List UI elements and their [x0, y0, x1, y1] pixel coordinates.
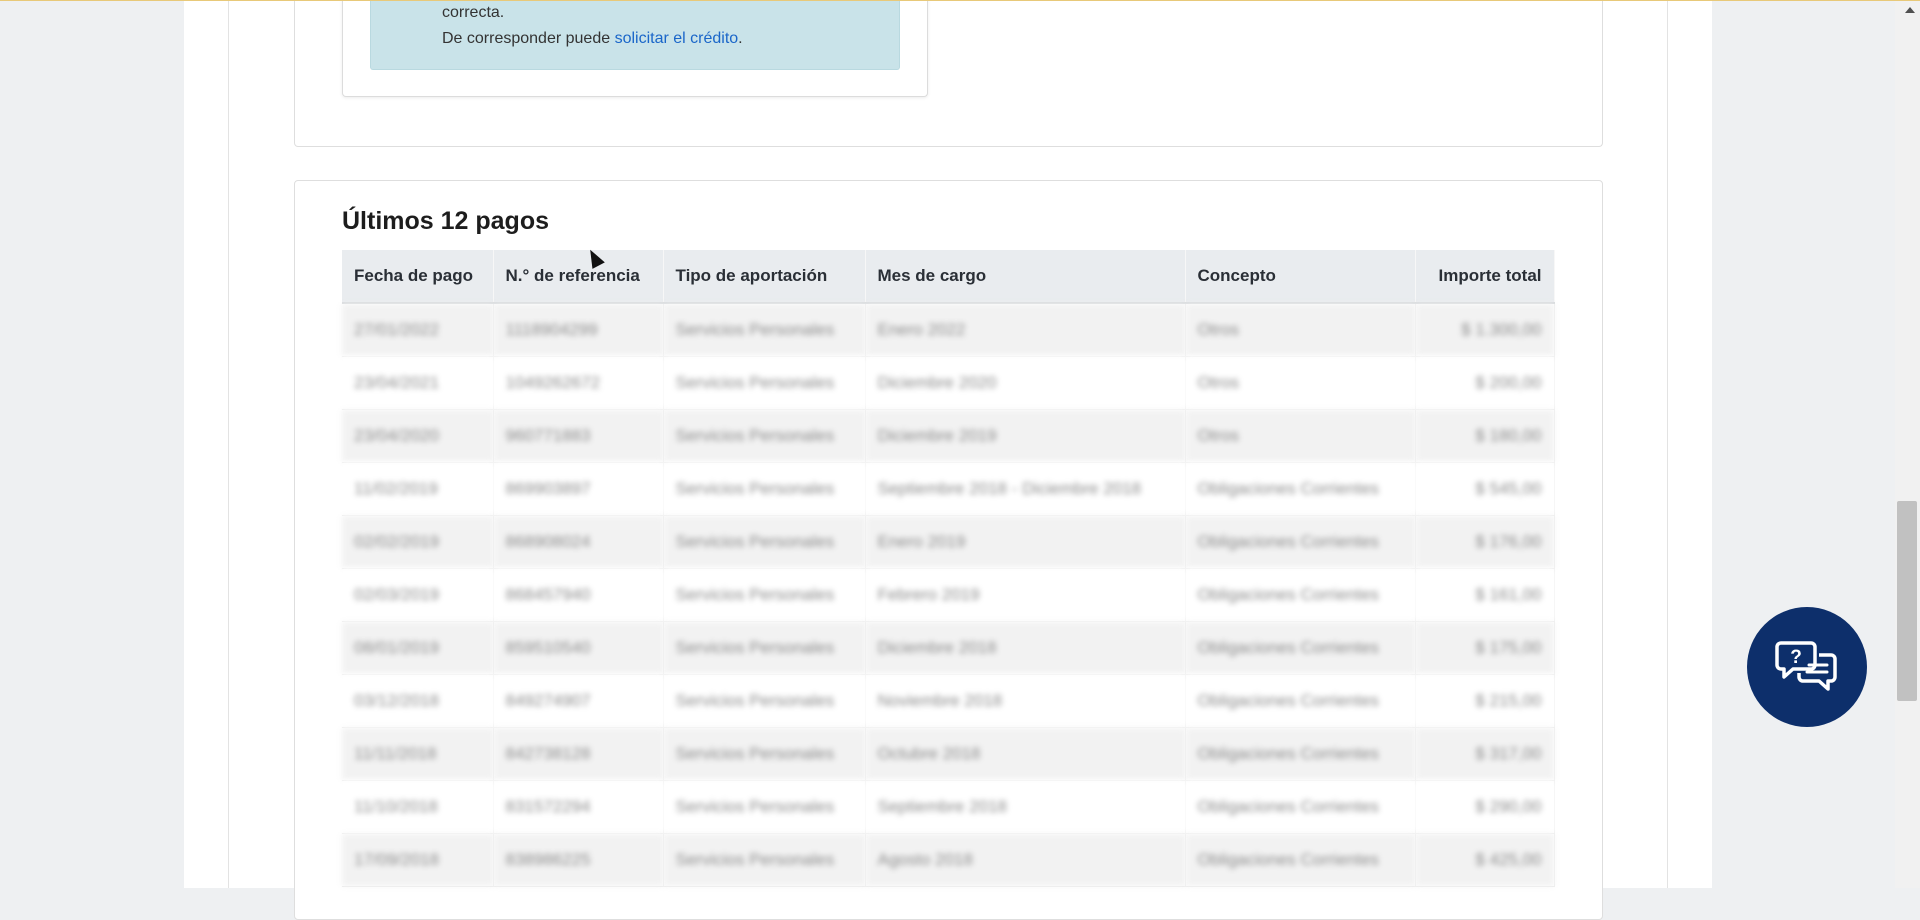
charge-month-cell: Diciembre 2018	[865, 621, 1186, 675]
payment-date-cell: 27/01/2022	[342, 303, 494, 357]
concept-cell: Otros	[1185, 409, 1416, 463]
table-row: 27/01/2022 1118904299 Servicios Personales…	[342, 303, 1555, 357]
contribution-type-cell: Servicios Personales	[663, 303, 866, 357]
total-amount-cell: $ 545,00	[1415, 462, 1555, 516]
payment-date-cell: 02/03/2019	[342, 568, 494, 622]
scrollbar[interactable]	[1895, 0, 1920, 888]
table-row: 11/10/2018 831572294 Servicios Personales S…	[342, 780, 1555, 834]
charge-month-cell: Noviembre 2018	[865, 674, 1186, 728]
contribution-type-cell: Servicios Personales	[663, 568, 866, 622]
payment-date-cell: 23/04/2021	[342, 356, 494, 410]
scrollbar-thumb[interactable]	[1897, 501, 1917, 701]
column-header-reference: N.° de referencia	[493, 250, 664, 304]
alert-text-suffix: .	[738, 30, 743, 47]
alert-text-prefix: De corresponder puede	[442, 30, 615, 47]
payment-date-cell: 23/04/2020	[342, 409, 494, 463]
charge-month-cell: Enero 2022	[865, 303, 1186, 357]
concept-cell: Obligaciones Corrientes	[1185, 462, 1416, 516]
payment-date-cell: 11/02/2019	[342, 462, 494, 516]
concept-cell: Obligaciones Corrientes	[1185, 727, 1416, 781]
column-header-payment-date: Fecha de pago	[342, 250, 494, 304]
contribution-type-cell: Servicios Personales	[663, 515, 866, 569]
reference-cell: 960771883	[493, 409, 664, 463]
contribution-type-cell: Servicios Personales	[663, 462, 866, 516]
column-header-concept: Concepto	[1185, 250, 1416, 304]
payments-title: Últimos 12 pagos	[342, 207, 549, 235]
reference-cell: 831572294	[493, 780, 664, 834]
total-amount-cell: $ 180,00	[1415, 409, 1555, 463]
reference-cell: 838986225	[493, 833, 664, 887]
table-row: 08/01/2019 859510540 Servicios Personales D…	[342, 621, 1555, 675]
total-amount-cell: $ 215,00	[1415, 674, 1555, 728]
contribution-type-cell: Servicios Personales	[663, 727, 866, 781]
charge-month-cell: Agosto 2018	[865, 833, 1186, 887]
window-top-border	[0, 0, 1920, 1]
reference-cell: 842738128	[493, 727, 664, 781]
reference-cell: 869903897	[493, 462, 664, 516]
reference-cell: 868457940	[493, 568, 664, 622]
total-amount-cell: $ 200,00	[1415, 356, 1555, 410]
total-amount-cell: $ 175,00	[1415, 621, 1555, 675]
charge-month-cell: Octubre 2018	[865, 727, 1186, 781]
payment-date-cell: 11/11/2018	[342, 727, 494, 781]
concept-cell: Obligaciones Corrientes	[1185, 674, 1416, 728]
charge-month-cell: Diciembre 2020	[865, 356, 1186, 410]
table-row: 23/04/2020 960771883 Servicios Personales D…	[342, 409, 1555, 463]
table-row: 02/03/2019 868457940 Servicios Personales F…	[342, 568, 1555, 622]
concept-cell: Obligaciones Corrientes	[1185, 833, 1416, 887]
concept-cell: Obligaciones Corrientes	[1185, 568, 1416, 622]
contribution-type-cell: Servicios Personales	[663, 674, 866, 728]
total-amount-cell: $ 290,00	[1415, 780, 1555, 834]
charge-month-cell: Septiembre 2018 - Diciembre 2018	[865, 462, 1186, 516]
table-row: 23/04/2021 1049262672 Servicios Personales…	[342, 356, 1555, 410]
total-amount-cell: $ 176,00	[1415, 515, 1555, 569]
charge-month-cell: Septiembre 2018	[865, 780, 1186, 834]
payments-table-body: 27/01/2022 1118904299 Servicios Personales…	[342, 303, 1555, 887]
column-header-charge-month: Mes de cargo	[865, 250, 1186, 304]
reference-cell: 1049262672	[493, 356, 664, 410]
total-amount-cell: $ 425,00	[1415, 833, 1555, 887]
contribution-type-cell: Servicios Personales	[663, 621, 866, 675]
contribution-type-cell: Servicios Personales	[663, 356, 866, 410]
column-header-contribution-type: Tipo de aportación	[663, 250, 866, 304]
payment-date-cell: 17/09/2018	[342, 833, 494, 887]
charge-month-cell: Diciembre 2019	[865, 409, 1186, 463]
contribution-type-cell: Servicios Personales	[663, 833, 866, 887]
table-row: 11/02/2019 869903897 Servicios Personales S…	[342, 462, 1555, 516]
payment-date-cell: 08/01/2019	[342, 621, 494, 675]
total-amount-cell: $ 1.300,00	[1415, 303, 1555, 357]
request-credit-link[interactable]: solicitar el crédito	[615, 30, 739, 47]
concept-cell: Obligaciones Corrientes	[1185, 780, 1416, 834]
contribution-type-cell: Servicios Personales	[663, 780, 866, 834]
concept-cell: Otros	[1185, 356, 1416, 410]
concept-cell: Obligaciones Corrientes	[1185, 621, 1416, 675]
concept-cell: Obligaciones Corrientes	[1185, 515, 1416, 569]
contribution-type-cell: Servicios Personales	[663, 409, 866, 463]
charge-month-cell: Febrero 2019	[865, 568, 1186, 622]
table-header-row: Fecha de pago N.° de referencia Tipo de …	[342, 250, 1555, 304]
total-amount-cell: $ 317,00	[1415, 727, 1555, 781]
payment-date-cell: 02/02/2019	[342, 515, 494, 569]
charge-month-cell: Enero 2019	[865, 515, 1186, 569]
table-row: 02/02/2019 868908024 Servicios Personales E…	[342, 515, 1555, 569]
reference-cell: 868908024	[493, 515, 664, 569]
reference-cell: 1118904299	[493, 303, 664, 357]
svg-text:?: ?	[1790, 647, 1802, 668]
concept-cell: Otros	[1185, 303, 1416, 357]
alert-text-line1: correcta.	[442, 4, 505, 21]
reference-cell: 859510540	[493, 621, 664, 675]
alert-text-line2: De corresponder puede solicitar el crédi…	[442, 29, 743, 49]
reference-cell: 849274907	[493, 674, 664, 728]
table-row: 11/11/2018 842738128 Servicios Personales O…	[342, 727, 1555, 781]
table-row: 17/09/2018 838986225 Servicios Personales A…	[342, 833, 1555, 887]
chat-help-button[interactable]: ?	[1747, 607, 1867, 727]
table-row: 03/12/2018 849274907 Servicios Personales N…	[342, 674, 1555, 728]
total-amount-cell: $ 161,00	[1415, 568, 1555, 622]
payments-table: Fecha de pago N.° de referencia Tipo de …	[342, 250, 1555, 887]
payment-date-cell: 03/12/2018	[342, 674, 494, 728]
chat-help-icon: ?	[1775, 641, 1837, 691]
payment-date-cell: 11/10/2018	[342, 780, 494, 834]
column-header-total-amount: Importe total	[1415, 250, 1555, 304]
scroll-up-arrow-icon[interactable]	[1905, 7, 1915, 13]
